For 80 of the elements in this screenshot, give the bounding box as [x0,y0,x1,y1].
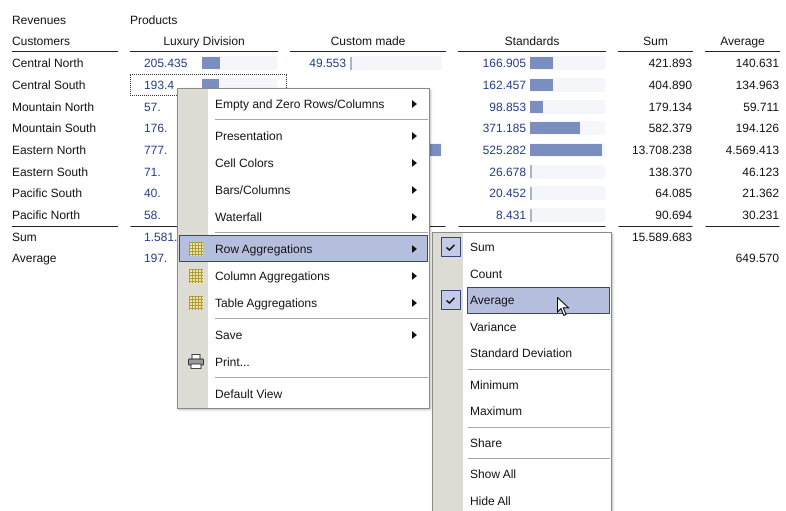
value-text: 166.905 [482,56,526,70]
value-text: 197. [144,251,168,266]
value-text: 15.589.683 [632,230,692,244]
value-text: 20.452 [489,186,526,200]
value-text: 404.890 [648,78,692,92]
value-text: 179.134 [648,100,692,114]
menu-item[interactable]: Hide All [467,488,610,511]
value-text: 64.085 [655,186,692,200]
row-header: Central South [12,76,86,94]
value-text: 49.553 [309,56,346,70]
value-text: 13.708.238 [632,142,692,157]
header-label: Revenues [12,12,68,29]
menu-item[interactable]: Presentation [179,122,428,149]
row-header: Average [12,250,58,268]
row-header: Mountain North [12,98,96,116]
printer-icon [188,354,204,369]
value-text: 777. [144,142,168,157]
menu-item[interactable]: Default View [179,380,428,407]
menu-item[interactable]: Variance [467,314,610,340]
row-header: Central North [12,55,84,72]
value-text: 40. [144,186,161,200]
value-text: 205.435 [144,56,188,70]
column-header: Sum [618,30,693,52]
menu-item[interactable]: Share [467,430,610,456]
value-text: 26.678 [489,164,526,179]
grid-icon [188,268,202,282]
menu-item[interactable]: Count [467,260,610,287]
pointer-icon [557,297,570,317]
value-text: 21.362 [742,186,779,200]
row-header: Pacific North [12,207,82,224]
value-text: 194.126 [736,121,779,136]
menu-item[interactable]: Maximum [467,398,610,424]
value-text: 162.457 [482,78,526,92]
grid-icon [188,296,202,310]
value-text: 421.893 [648,56,692,70]
row-header: Pacific South [12,185,84,202]
menu-item[interactable]: Sum [467,234,610,260]
row-header: Eastern South [12,164,90,181]
value-text: 140.631 [736,56,779,70]
value-text: 525.282 [482,142,526,157]
value-text: 134.963 [736,78,779,92]
menu-item[interactable]: Minimum [467,372,610,398]
value-text: 371.185 [482,121,526,136]
value-text: 193.4 [144,78,174,92]
value-text: 58. [144,208,161,222]
column-header: Standards [458,30,606,52]
menu-item[interactable]: Average [467,287,610,314]
menu-item[interactable]: Table Aggregations [179,289,428,316]
value-text: 71. [144,164,161,179]
value-text: 46.123 [742,164,779,179]
value-text: 649.570 [736,251,779,266]
menu-item[interactable]: Cell Colors [179,149,428,176]
value-text: 59.711 [743,100,779,114]
value-text: 57. [144,100,161,114]
value-text: 30.231 [742,208,779,222]
column-header: Luxury Division [130,30,278,52]
menu-item[interactable]: Bars/Columns [179,176,428,203]
menu-item[interactable]: Save [179,321,428,348]
column-header: Custom made [290,30,446,52]
value-text: 8.431 [496,208,526,222]
menu-item[interactable]: Standard Deviation [467,340,610,366]
menu-item[interactable]: Print... [179,348,428,375]
row-header: Mountain South [12,120,98,138]
value-text: 90.694 [655,208,692,222]
menu-item[interactable]: Show All [467,461,610,488]
header-label: Customers [12,30,118,52]
row-header: Sum [12,226,118,248]
menu-item[interactable]: Column Aggregations [179,262,428,289]
value-text: 176. [144,121,168,136]
value-text: 4.569.413 [726,142,779,157]
grid-icon [188,242,202,256]
value-text: 138.370 [648,164,692,179]
menu-item[interactable]: Row Aggregations [179,235,428,262]
value-text: 98.853 [489,100,526,114]
header-label: Products [130,12,178,29]
value-text: 1.581. [144,230,178,244]
menu-item[interactable]: Waterfall [179,203,428,230]
value-text: 582.379 [648,121,692,136]
row-header: Eastern North [12,142,88,159]
column-header: Average [705,30,780,52]
